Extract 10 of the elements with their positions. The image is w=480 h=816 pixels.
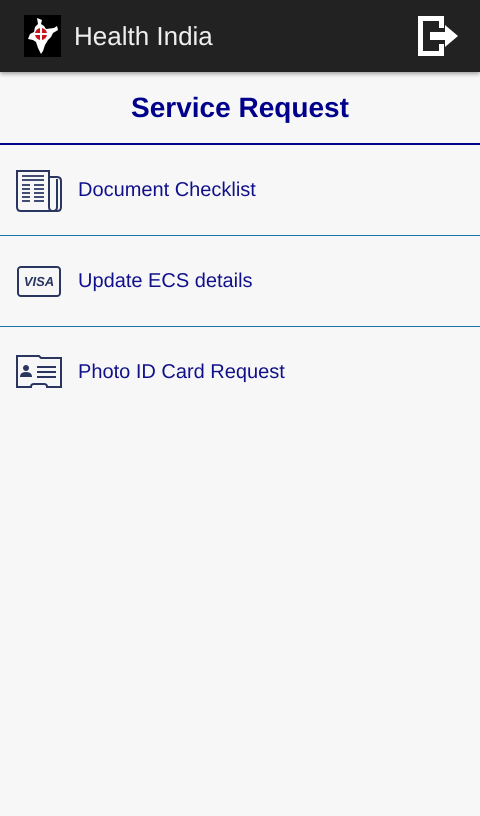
menu-item[interactable]: VISA Update ECS details [0,236,480,327]
menu-item[interactable]: Photo ID Card Request [0,327,480,417]
app-title: Health India [74,20,214,52]
newspaper-icon [15,168,63,212]
logout-button[interactable] [416,14,460,58]
card-icon: VISA [17,266,61,296]
id-card-icon [15,354,63,390]
map-logo-icon [24,15,61,57]
menu-item[interactable]: Document Checklist [0,145,480,236]
page-heading: Service Request [0,72,480,145]
